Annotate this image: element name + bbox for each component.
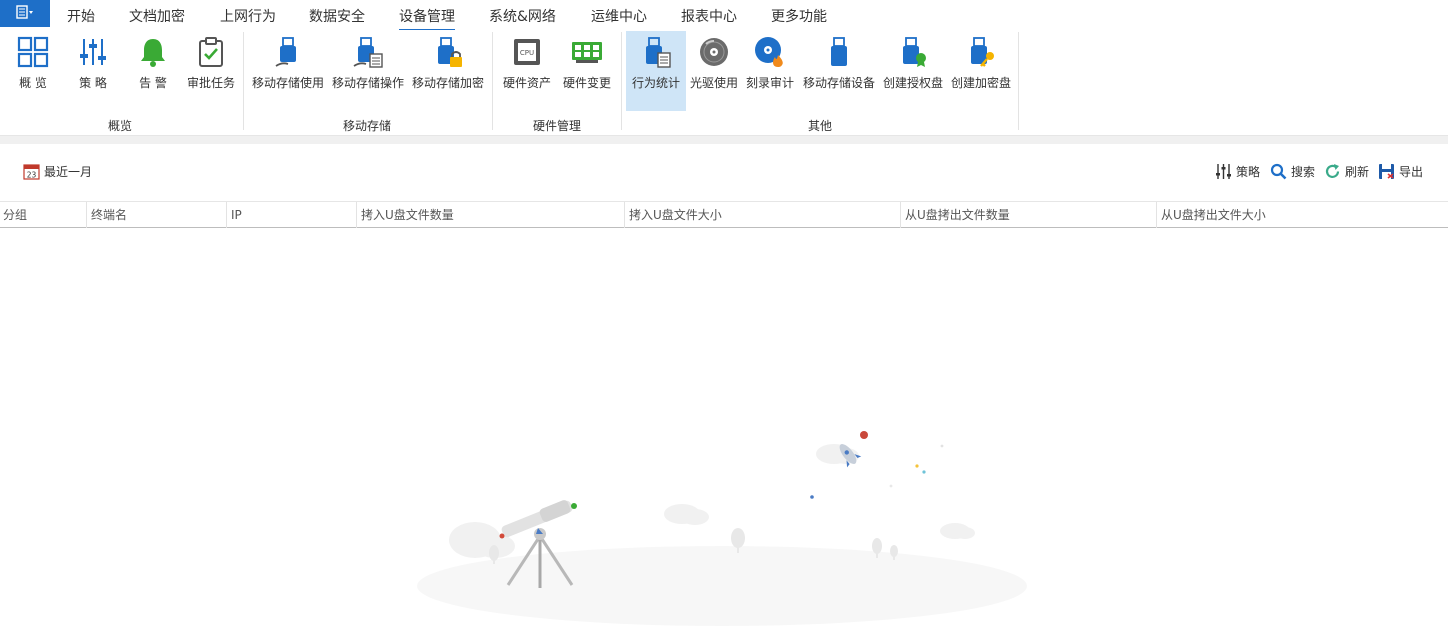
ribbon-group-divider	[492, 32, 493, 130]
menu-bar: 开始 文档加密 上网行为 数据安全 设备管理 系统&网络 运维中心 报表中心 更…	[0, 0, 1448, 31]
ribbon-usb-operation-label: 移动存储操作	[331, 76, 404, 90]
ribbon-hardware-change-label: 硬件变更	[562, 76, 611, 90]
export-button[interactable]: 导出	[1378, 163, 1423, 180]
sliders-icon	[1215, 163, 1232, 180]
ribbon-create-authorized-disk-label: 创建授权盘	[882, 76, 943, 90]
ribbon-approval-label: 审批任务	[186, 76, 235, 90]
ribbon-overview-button[interactable]: 概 览	[6, 31, 60, 111]
tab-data-security[interactable]: 数据安全	[309, 6, 365, 26]
ribbon-burn-audit-button[interactable]: 刻录审计	[744, 31, 796, 111]
tab-device-management[interactable]: 设备管理	[399, 6, 455, 31]
tab-system-network[interactable]: 系统&网络	[489, 6, 556, 26]
ribbon-overview-label: 概 览	[19, 76, 47, 90]
ribbon-usb-device-label: 移动存储设备	[802, 76, 875, 90]
refresh-label: 刷新	[1345, 165, 1370, 179]
policy-label: 策略	[1236, 165, 1261, 179]
policy-sliders-icon	[76, 35, 110, 69]
policy-button[interactable]: 策略	[1215, 163, 1260, 180]
column-header-ip[interactable]: IP	[226, 202, 356, 228]
tab-ops-center[interactable]: 运维中心	[591, 6, 647, 26]
ribbon-group-divider	[621, 32, 622, 130]
usb-encrypt-icon	[431, 35, 465, 69]
search-button[interactable]: 搜索	[1270, 163, 1315, 180]
usb-authorize-icon	[896, 35, 930, 69]
usb-key-icon	[964, 35, 998, 69]
date-range-label: 最近一月	[44, 165, 93, 179]
ribbon-policy-label: 策 略	[79, 76, 107, 90]
ribbon: 概 览 策 略 告 警 审批任务 概览 移动存储使用 移动存储操作 移动存储加密…	[0, 30, 1448, 136]
ribbon-behavior-statistics-button[interactable]: 行为统计	[626, 31, 686, 111]
approval-clipboard-icon	[194, 35, 228, 69]
export-label: 导出	[1399, 165, 1424, 179]
ribbon-optical-drive-label: 光驱使用	[689, 76, 738, 90]
table-header: 分组 终端名 IP 拷入U盘文件数量 拷入U盘文件大小 从U盘拷出文件数量 从U…	[0, 201, 1448, 228]
search-label: 搜索	[1291, 165, 1316, 179]
tab-report-center[interactable]: 报表中心	[681, 6, 737, 26]
cpu-icon: CPU	[510, 35, 544, 69]
refresh-button[interactable]: 刷新	[1324, 163, 1369, 180]
ribbon-separator-strip	[0, 136, 1448, 144]
tab-start[interactable]: 开始	[67, 6, 95, 26]
ribbon-group-other-label: 其他	[808, 119, 833, 133]
column-header-copy-out-size[interactable]: 从U盘拷出文件大小	[1156, 202, 1448, 228]
save-export-icon	[1378, 163, 1395, 180]
ribbon-alarm-button[interactable]: 告 警	[126, 31, 180, 111]
column-header-copy-in-count[interactable]: 拷入U盘文件数量	[356, 202, 624, 228]
ribbon-group-divider	[1018, 32, 1019, 130]
ribbon-hardware-assets-label: 硬件资产	[502, 76, 551, 90]
column-header-copy-out-count[interactable]: 从U盘拷出文件数量	[900, 202, 1156, 228]
refresh-icon	[1324, 163, 1341, 180]
hardware-change-icon	[570, 35, 604, 69]
tab-document-encryption[interactable]: 文档加密	[129, 6, 185, 26]
tab-internet-behavior[interactable]: 上网行为	[220, 6, 276, 26]
empty-state-illustration	[417, 431, 1027, 626]
burn-disc-icon	[753, 35, 787, 69]
ribbon-group-hardware-label: 硬件管理	[533, 119, 582, 133]
ribbon-usb-operation-button[interactable]: 移动存储操作	[330, 31, 406, 111]
usb-statistics-icon	[639, 35, 673, 69]
usb-usage-icon	[271, 35, 305, 69]
search-icon	[1270, 163, 1287, 180]
ribbon-usb-usage-label: 移动存储使用	[251, 76, 324, 90]
alarm-bell-icon	[136, 35, 170, 69]
ribbon-usb-encrypt-button[interactable]: 移动存储加密	[410, 31, 486, 111]
ribbon-policy-button[interactable]: 策 略	[66, 31, 120, 111]
column-header-terminal-name[interactable]: 终端名	[86, 202, 226, 228]
tab-more-features[interactable]: 更多功能	[771, 6, 827, 26]
optical-disc-icon	[697, 35, 731, 69]
ribbon-create-encrypted-disk-button[interactable]: 创建加密盘	[948, 31, 1014, 111]
app-menu-icon	[16, 5, 34, 22]
calendar-day: 23	[27, 171, 37, 180]
ribbon-usb-encrypt-label: 移动存储加密	[411, 76, 484, 90]
ribbon-usb-usage-button[interactable]: 移动存储使用	[250, 31, 326, 111]
toolbar: 23 最近一月 策略 搜索 刷新 导出	[0, 144, 1448, 200]
app-menu-button[interactable]	[0, 0, 50, 27]
svg-text:CPU: CPU	[520, 49, 534, 57]
column-header-copy-in-size[interactable]: 拷入U盘文件大小	[624, 202, 900, 228]
ribbon-behavior-statistics-label: 行为统计	[631, 76, 680, 90]
ribbon-create-encrypted-disk-label: 创建加密盘	[950, 76, 1011, 90]
ribbon-burn-audit-label: 刻录审计	[745, 76, 794, 90]
ribbon-hardware-assets-button[interactable]: CPU 硬件资产	[500, 31, 554, 111]
date-range-button[interactable]: 23 最近一月	[23, 163, 92, 180]
ribbon-group-divider	[243, 32, 244, 130]
overview-grid-icon	[16, 35, 50, 69]
ribbon-alarm-label: 告 警	[139, 76, 167, 90]
ribbon-approval-button[interactable]: 审批任务	[184, 31, 238, 111]
column-header-group[interactable]: 分组	[0, 202, 86, 228]
empty-state	[0, 228, 1448, 636]
ribbon-hardware-change-button[interactable]: 硬件变更	[560, 31, 614, 111]
usb-operation-icon	[351, 35, 385, 69]
ribbon-usb-device-button[interactable]: 移动存储设备	[800, 31, 878, 111]
ribbon-create-authorized-disk-button[interactable]: 创建授权盘	[880, 31, 946, 111]
calendar-icon: 23	[23, 163, 40, 180]
ribbon-optical-drive-button[interactable]: 光驱使用	[688, 31, 740, 111]
usb-device-icon	[822, 35, 856, 69]
ribbon-group-removable-storage-label: 移动存储	[343, 119, 392, 133]
ribbon-group-overview-label: 概览	[108, 119, 133, 133]
